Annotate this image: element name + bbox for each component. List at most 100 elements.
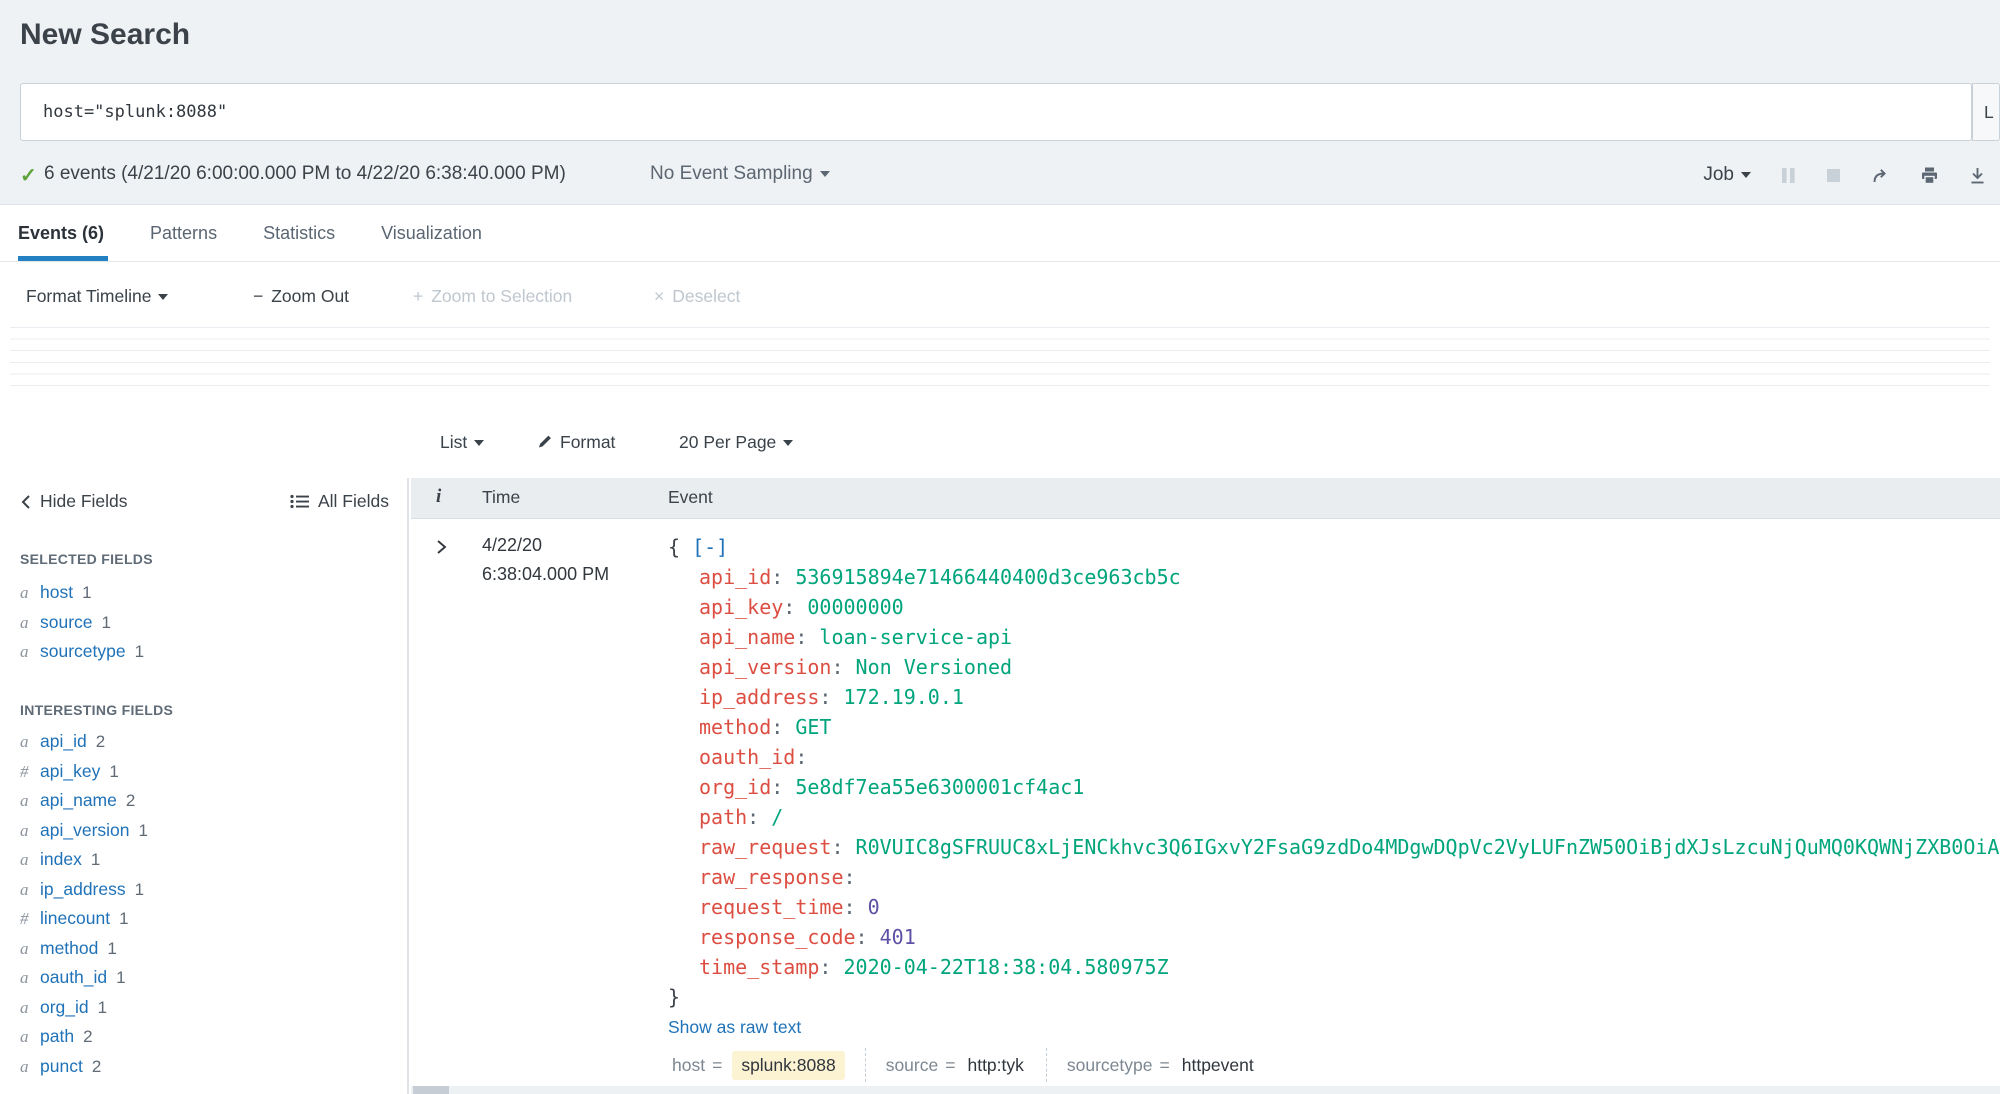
list-view-dropdown[interactable]: List <box>440 428 485 456</box>
result-summary: 6 events (4/21/20 6:00:00.000 PM to 4/22… <box>44 163 566 184</box>
json-field-line: api_version: Non Versioned <box>699 655 1013 679</box>
time-range-button[interactable]: L <box>1972 83 2000 141</box>
zoom-to-selection-button: + Zoom to Selection <box>413 286 573 306</box>
hide-fields-button[interactable]: Hide Fields <box>20 491 128 512</box>
per-page-dropdown[interactable]: 20 Per Page <box>679 428 794 456</box>
events-table: i Time Event 4/22/20 6:38:04.000 PM { [-… <box>411 478 2000 1094</box>
job-done-check-icon: ✓ <box>20 165 37 187</box>
field-name: api_version <box>40 819 130 840</box>
horizontal-scrollbar[interactable] <box>411 1086 2000 1094</box>
json-value[interactable]: / <box>771 805 783 829</box>
tab-label: Events (6) <box>18 223 105 243</box>
field-item[interactable]: a api_name 2 <box>20 786 397 816</box>
time-range-label: L <box>1984 102 1994 122</box>
json-key[interactable]: api_id <box>699 565 771 589</box>
x-icon: × <box>654 286 665 306</box>
results-tab[interactable]: Statistics <box>263 206 335 261</box>
field-item[interactable]: a sourcetype 1 <box>20 637 397 667</box>
field-name: oauth_id <box>40 967 108 987</box>
json-key[interactable]: time_stamp <box>699 955 819 979</box>
json-value[interactable]: GET <box>795 715 831 739</box>
field-item[interactable]: # api_key 1 <box>20 757 397 787</box>
json-field-line: request_time: 0 <box>699 895 880 919</box>
field-item[interactable]: a api_id 2 <box>20 727 397 757</box>
job-menu-label: Job <box>1703 164 1734 185</box>
field-count: 1 <box>134 642 145 661</box>
json-key[interactable]: request_time <box>699 895 844 919</box>
expand-event-button[interactable] <box>435 538 448 561</box>
event-timeline-chart[interactable] <box>10 327 1990 387</box>
json-key[interactable]: ip_address <box>699 685 819 709</box>
json-value[interactable]: loan-service-api <box>819 625 1012 649</box>
field-item[interactable]: a oauth_id 1 <box>20 963 397 993</box>
meta-value[interactable]: http:tyk <box>965 1051 1025 1080</box>
event-sampling-dropdown[interactable]: No Event Sampling <box>650 163 830 185</box>
field-count: 2 <box>91 1056 102 1076</box>
json-value[interactable]: 536915894e71466440400d3ce963cb5c <box>795 565 1180 589</box>
field-count: 1 <box>82 583 92 602</box>
json-value[interactable]: 00000000 <box>807 595 903 619</box>
field-type-icon: a <box>20 968 29 987</box>
field-count: 1 <box>138 820 148 840</box>
field-item[interactable]: a host 1 <box>20 578 397 608</box>
meta-value[interactable]: splunk:8088 <box>732 1050 845 1080</box>
json-value[interactable]: 0 <box>868 895 880 919</box>
field-item[interactable]: a method 1 <box>20 934 397 964</box>
field-item[interactable]: a punct 2 <box>20 1052 397 1082</box>
json-key[interactable]: api_key <box>699 595 783 619</box>
json-key[interactable]: path <box>699 805 747 829</box>
selected-fields-header: SELECTED FIELDS <box>20 551 153 567</box>
json-value[interactable]: 5e8df7ea55e6300001cf4ac1 <box>795 775 1084 799</box>
search-input[interactable]: host="splunk:8088" <box>20 83 1972 141</box>
json-key[interactable]: api_name <box>699 625 795 649</box>
json-key[interactable]: response_code <box>699 925 856 949</box>
minus-icon: − <box>253 286 264 306</box>
stop-job-button <box>1826 168 1841 183</box>
event-sampling-label: No Event Sampling <box>650 163 813 184</box>
field-type-icon: a <box>20 1056 29 1076</box>
field-item[interactable]: a api_version 1 <box>20 816 397 846</box>
chevron-down-icon <box>474 440 485 446</box>
field-count: 1 <box>97 997 108 1017</box>
results-tab[interactable]: Patterns <box>150 206 217 261</box>
json-key[interactable]: method <box>699 715 771 739</box>
field-item[interactable]: # linecount 1 <box>20 904 397 934</box>
json-key[interactable]: org_id <box>699 775 771 799</box>
json-field-line: oauth_id: <box>699 745 820 769</box>
field-count: 1 <box>134 879 145 899</box>
info-column-header: i <box>436 486 442 507</box>
meta-value[interactable]: httpevent <box>1180 1051 1256 1080</box>
field-name: method <box>40 937 99 958</box>
job-menu-button[interactable]: Job <box>1703 164 1751 186</box>
json-key[interactable]: raw_request <box>699 835 831 859</box>
show-as-raw-text-link[interactable]: Show as raw text <box>668 1012 2000 1042</box>
timeline-toolbar: Format Timeline − Zoom Out + Zoom to Selec… <box>0 282 2000 310</box>
field-item[interactable]: a org_id 1 <box>20 993 397 1023</box>
json-collapse-toggle[interactable]: [-] <box>692 535 728 559</box>
format-results-button[interactable]: Format <box>537 428 615 456</box>
print-button[interactable] <box>1920 167 1939 184</box>
scrollbar-thumb[interactable] <box>413 1086 449 1094</box>
field-item[interactable]: a path 2 <box>20 1022 397 1052</box>
json-value[interactable]: 2020-04-22T18:38:04.580975Z <box>844 955 1169 979</box>
json-field-line: api_name: loan-service-api <box>699 625 1013 649</box>
json-value[interactable]: Non Versioned <box>856 655 1013 679</box>
interesting-fields-list: a api_id 2 # api_key 1 a api_name 2 a api_versi… <box>20 727 397 1081</box>
field-count: 2 <box>83 1027 93 1046</box>
json-value[interactable]: 172.19.0.1 <box>844 685 964 709</box>
json-value[interactable]: R0VUIC8gSFRUUC8xLjENCkhvc3Q6IGxvY2FsaG9z… <box>856 835 2000 859</box>
results-tab[interactable]: Events (6) <box>18 206 109 261</box>
results-tab[interactable]: Visualization <box>381 206 482 261</box>
all-fields-button[interactable]: All Fields <box>290 491 389 512</box>
json-key[interactable]: oauth_id <box>699 745 795 769</box>
format-timeline-dropdown[interactable]: Format Timeline <box>26 282 169 310</box>
field-item[interactable]: a index 1 <box>20 845 397 875</box>
export-download-button[interactable] <box>1969 167 1986 184</box>
field-item[interactable]: a ip_address 1 <box>20 875 397 905</box>
field-item[interactable]: a source 1 <box>20 608 397 638</box>
share-job-button[interactable] <box>1871 167 1890 184</box>
zoom-out-button[interactable]: − Zoom Out <box>253 282 349 310</box>
json-key[interactable]: raw_response <box>699 865 844 889</box>
json-key[interactable]: api_version <box>699 655 831 679</box>
json-value[interactable]: 401 <box>880 925 916 949</box>
